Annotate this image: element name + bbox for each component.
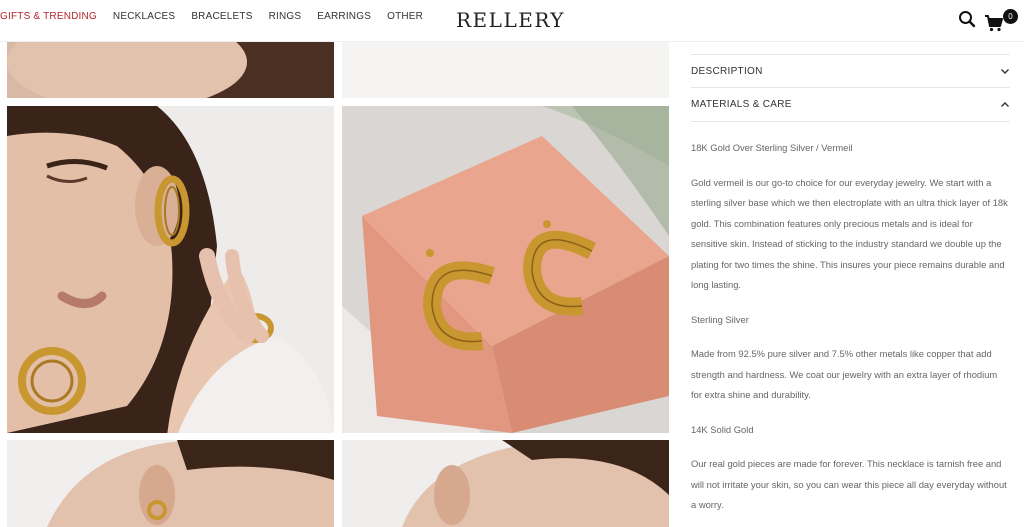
accordion-description-label: DESCRIPTION [691,65,763,77]
gallery-image-earrings-on-box[interactable] [342,106,669,433]
chevron-up-icon [1000,100,1010,110]
site-logo[interactable]: RELLERY [456,8,565,32]
gold-title: 14K Solid Gold [691,423,754,435]
nav-rings[interactable]: RINGS [269,11,302,22]
materials-content: 18K Gold Over Sterling Silver / Vermeil … [691,122,1010,516]
accordion-description[interactable]: DESCRIPTION [691,54,1010,88]
nav-earrings[interactable]: EARRINGS [317,11,371,22]
silver-title: Sterling Silver [691,313,749,325]
gallery-image-bottom-right[interactable] [342,440,669,527]
cart-count-badge: 0 [1003,8,1018,24]
header-icons: 0 [958,8,1018,33]
nav-gifts-trending[interactable]: GIFTS & TRENDING [0,11,97,22]
gallery-image-top-right[interactable] [342,42,669,98]
gold-text: Our real gold pieces are made for foreve… [691,458,1007,510]
chevron-down-icon [1000,66,1010,76]
nav-bracelets[interactable]: BRACELETS [191,11,252,22]
gallery-image-model-earrings[interactable] [7,106,334,433]
nav-other[interactable]: OTHER [387,11,423,22]
product-details-panel: DESCRIPTION MATERIALS & CARE 18K Gold Ov… [675,42,1024,527]
silver-text: Made from 92.5% pure silver and 7.5% oth… [691,348,998,400]
vermeil-title: 18K Gold Over Sterling Silver / Vermeil [691,142,853,153]
gallery-image-top-left[interactable] [7,42,334,98]
main-nav: GIFTS & TRENDING NECKLACES BRACELETS RIN… [0,11,439,22]
gallery-image-bottom-left[interactable] [7,440,334,527]
accordion-materials-label: MATERIALS & CARE [691,99,792,110]
cart-icon [984,14,1004,37]
cart-button[interactable]: 0 [984,8,1018,32]
vermeil-text: Gold vermeil is our go-to choice for our… [691,176,1008,291]
product-gallery [0,42,675,527]
accordion-materials-care[interactable]: MATERIALS & CARE [691,88,1010,122]
nav-necklaces[interactable]: NECKLACES [113,11,175,22]
site-header: GIFTS & TRENDING NECKLACES BRACELETS RIN… [0,0,1024,42]
search-icon[interactable] [958,10,976,33]
